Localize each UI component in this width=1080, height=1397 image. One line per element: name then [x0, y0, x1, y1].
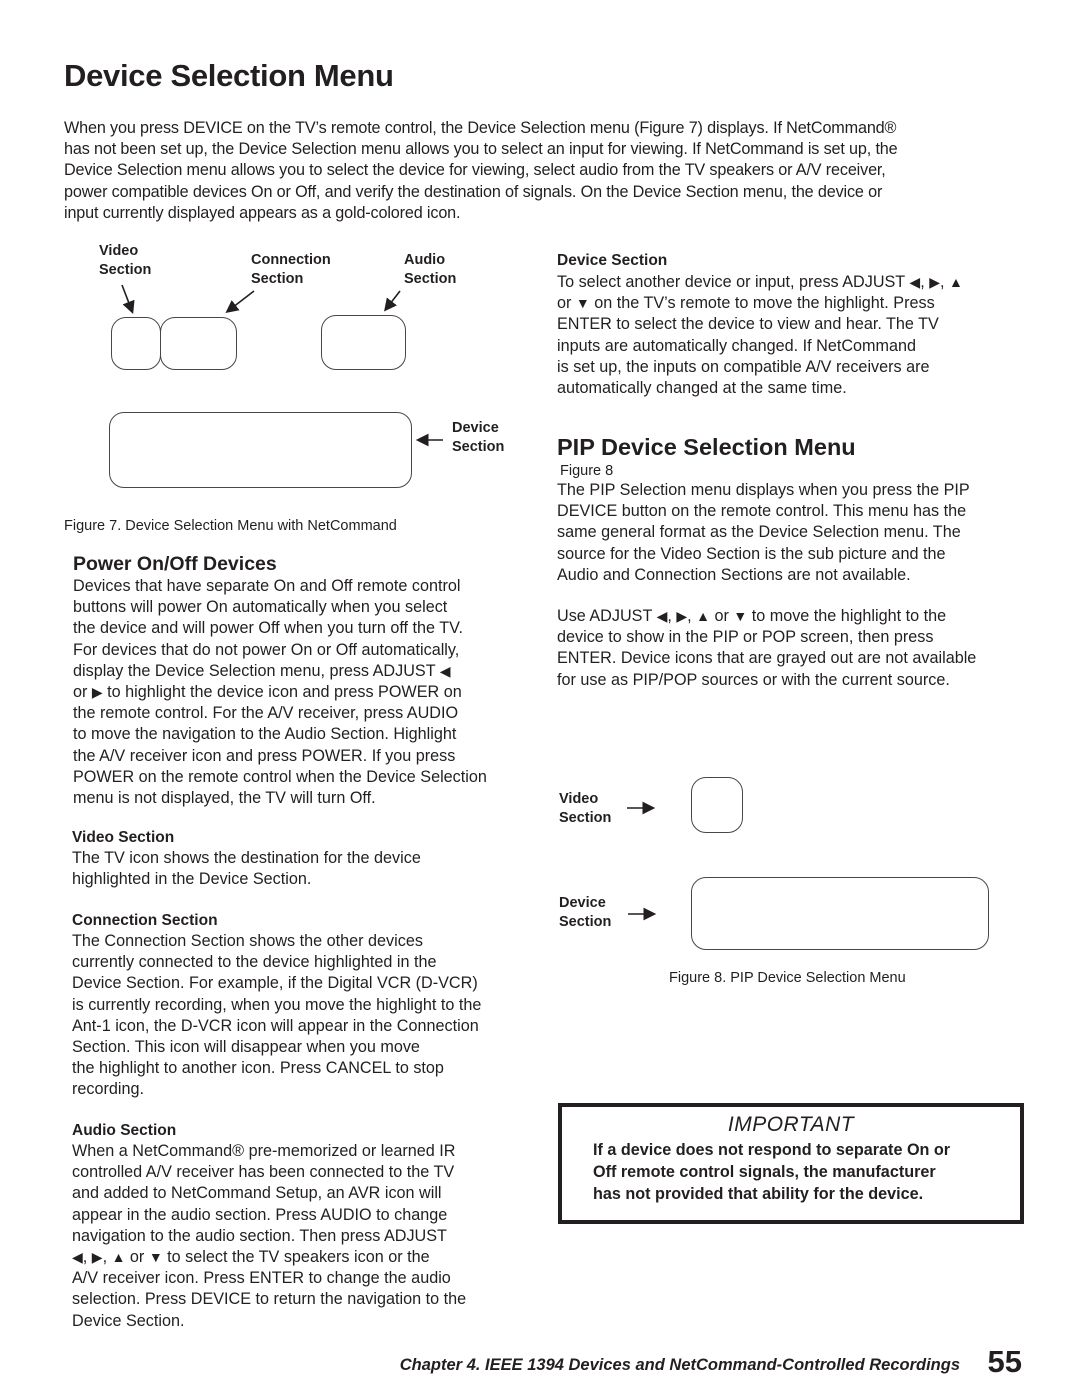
body-line: ◀, ▶, ▲ or ▼ to select the TV speakers i…	[72, 1247, 542, 1268]
important-text: If a device does not respond to separate…	[593, 1140, 1013, 1205]
video-section-heading: Video Section	[72, 829, 175, 846]
body-line: A/V receiver icon. Press ENTER to change…	[72, 1269, 451, 1288]
page-number: 55	[987, 1344, 1022, 1379]
figure-8-caption: Figure 8. PIP Device Selection Menu	[669, 970, 906, 986]
body-line: currently connected to the device highli…	[72, 953, 437, 972]
notice-line: Off remote control signals, the manufact…	[593, 1162, 936, 1181]
power-heading: Power On/Off Devices	[73, 553, 277, 575]
body-line: appear in the audio section. Press AUDIO…	[72, 1205, 448, 1224]
text: or	[73, 683, 92, 702]
body-line: is currently recording, when you move th…	[72, 995, 482, 1014]
important-title: IMPORTANT	[727, 1113, 855, 1136]
body-line: recording.	[72, 1080, 144, 1099]
body-line: Device Section.	[72, 1311, 185, 1330]
text: to highlight the device icon and press P…	[102, 683, 462, 702]
right-arrow-icon: ▶	[91, 684, 103, 701]
audio-section-body: When a NetCommand® pre-memorized or lear…	[72, 1141, 542, 1332]
body-line: or ▶ to highlight the device icon and pr…	[73, 682, 543, 703]
body-line: menu is not displayed, the TV will turn …	[73, 789, 376, 808]
left-arrow-icon: ◀	[72, 1249, 83, 1266]
video-section-block: Video Section The TV icon shows the dest…	[72, 829, 542, 890]
text: display the Device Selection menu, press…	[73, 661, 440, 680]
pip-device-section-box	[691, 877, 989, 950]
body-line: controlled A/V receiver has been connect…	[72, 1163, 455, 1182]
body-line: buttons will power On automatically when…	[73, 598, 448, 617]
chapter-footer: Chapter 4. IEEE 1394 Devices and NetComm…	[399, 1356, 960, 1374]
body-line: For devices that do not power On or Off …	[73, 640, 460, 659]
power-section-block: Power On/Off Devices Devices that have s…	[73, 553, 543, 809]
body-line: POWER on the remote control when the Dev…	[73, 767, 487, 786]
body-line: Device Section. For example, if the Digi…	[72, 974, 478, 993]
body-line: the highlight to another icon. Press CAN…	[72, 1059, 444, 1078]
connection-section-body: The Connection Section shows the other d…	[72, 931, 542, 1101]
body-line: the A/V receiver icon and press POWER. I…	[73, 746, 456, 765]
text: ,	[102, 1248, 112, 1267]
notice-line: If a device does not respond to separate…	[593, 1141, 951, 1159]
body-line: highlighted in the Device Section.	[72, 870, 312, 889]
text: or	[125, 1248, 149, 1267]
body-line: and added to NetCommand Setup, an AVR ic…	[72, 1184, 442, 1203]
power-body: Devices that have separate On and Off re…	[73, 576, 543, 809]
audio-section-heading: Audio Section	[72, 1122, 177, 1139]
body-line: to move the navigation to the Audio Sect…	[73, 725, 457, 744]
audio-section-block: Audio Section When a NetCommand® pre-mem…	[72, 1122, 542, 1332]
right-arrow-icon: ▶	[91, 1249, 103, 1266]
video-section-body: The TV icon shows the destination for th…	[72, 848, 542, 890]
left-arrow-icon: ◀	[439, 662, 451, 679]
body-line: Devices that have separate On and Off re…	[73, 577, 461, 595]
important-notice: IMPORTANT If a device does not respond t…	[558, 1103, 1024, 1224]
down-arrow-icon: ▼	[148, 1249, 163, 1266]
up-arrow-icon: ▲	[111, 1249, 126, 1266]
text: to select the TV speakers icon or the	[162, 1248, 430, 1267]
text: ,	[82, 1248, 92, 1267]
body-line: the remote control. For the A/V receiver…	[73, 704, 459, 723]
body-line: When a NetCommand® pre-memorized or lear…	[72, 1142, 456, 1160]
body-line: navigation to the audio section. Then pr…	[72, 1226, 447, 1245]
body-line: display the Device Selection menu, press…	[73, 661, 543, 682]
body-line: Ant-1 icon, the D-VCR icon will appear i…	[72, 1016, 479, 1035]
body-line: The TV icon shows the destination for th…	[72, 849, 421, 867]
connection-section-block: Connection Section The Connection Sectio…	[72, 912, 542, 1101]
body-line: Section. This icon will disappear when y…	[72, 1038, 420, 1057]
body-line: The Connection Section shows the other d…	[72, 932, 423, 950]
body-line: the device and will power Off when you t…	[73, 619, 463, 638]
notice-line: has not provided that ability for the de…	[593, 1184, 924, 1203]
body-line: selection. Press DEVICE to return the na…	[72, 1290, 467, 1309]
connection-section-heading: Connection Section	[72, 912, 218, 929]
